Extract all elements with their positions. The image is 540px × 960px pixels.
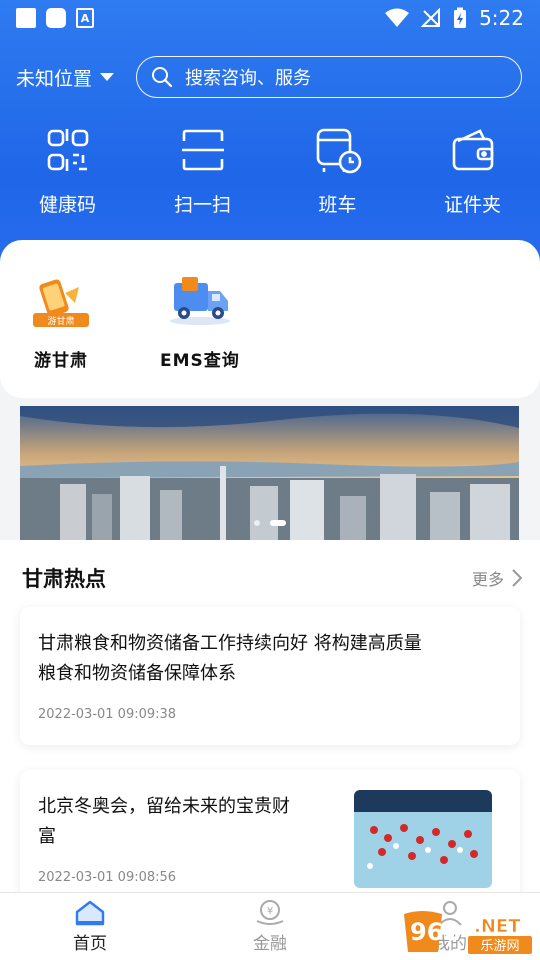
top-bar: 未知位置 搜索咨询、服务 <box>0 56 540 98</box>
quick-action-label: 健康码 <box>38 194 96 216</box>
watermark-brand: 962 <box>410 918 460 946</box>
search-icon <box>152 67 173 88</box>
no-signal-icon <box>421 8 441 27</box>
location-label: 未知位置 <box>16 67 93 90</box>
nav-label: 首页 <box>73 934 107 954</box>
quick-action-wallet[interactable]: 证件夹 <box>405 122 540 217</box>
nav-finance[interactable]: ¥ 金融 <box>180 893 360 960</box>
chevron-right-icon <box>512 569 522 587</box>
quick-action-scan[interactable]: 扫一扫 <box>135 122 270 217</box>
search-input[interactable]: 搜索咨询、服务 <box>136 56 522 98</box>
more-label: 更多 <box>471 570 504 589</box>
quick-action-label: 扫一扫 <box>173 194 231 216</box>
app-label: EMS查询 <box>160 351 240 371</box>
quick-action-label: 班车 <box>318 194 357 216</box>
finance-icon: ¥ <box>256 900 284 925</box>
news-time: 2022-03-01 09:08:56 <box>38 870 177 885</box>
news-title-line: 甘肃粮食和物资储备工作持续向好 将构建高质量 <box>38 633 422 654</box>
app-label: 游甘肃 <box>34 351 88 371</box>
banner-carousel[interactable] <box>20 406 519 540</box>
svg-text:¥: ¥ <box>267 906 273 917</box>
wallet-icon <box>445 122 501 178</box>
watermark-sub: 乐游网 <box>480 939 519 954</box>
bus-icon <box>310 122 366 178</box>
banner-dot <box>253 520 260 526</box>
status-bar: A 5:22 <box>0 0 540 36</box>
caret-down-icon <box>100 73 115 81</box>
quick-action-label: 证件夹 <box>443 194 501 216</box>
nav-home[interactable]: 首页 <box>0 893 180 960</box>
search-placeholder: 搜索咨询、服务 <box>185 68 311 89</box>
status-time: 5:22 <box>479 6 524 30</box>
tour-gansu-icon: 游甘肃 <box>22 270 100 332</box>
section-title: 甘肃热点 <box>22 567 106 591</box>
news-card[interactable]: 甘肃粮食和物资储备工作持续向好 将构建高质量 粮食和物资储备保障体系 2022-… <box>20 607 520 745</box>
ems-truck-icon <box>161 270 239 332</box>
apps-card: 游甘肃 游甘肃 EMS查询 <box>0 240 540 398</box>
nav-label: 金融 <box>253 934 287 954</box>
hot-section-header: 甘肃热点 更多 <box>22 560 522 596</box>
news-card[interactable]: 北京冬奥会，留给未来的宝贵财 富 2022-03-01 09:08:56 <box>20 770 520 900</box>
banner-dot-active <box>269 520 286 526</box>
scan-icon <box>175 122 231 178</box>
tour-gansu-badge: 游甘肃 <box>47 315 74 327</box>
quick-actions: 健康码 扫一扫 班车 证件夹 <box>0 122 540 217</box>
wifi-icon <box>385 8 410 27</box>
font-a-icon: A <box>76 8 94 28</box>
quick-action-bus[interactable]: 班车 <box>270 122 405 217</box>
watermark-net: .NET <box>474 916 521 937</box>
notification-icon <box>16 8 36 28</box>
location-selector[interactable]: 未知位置 <box>16 64 134 91</box>
app-ems[interactable]: EMS查询 <box>160 270 240 398</box>
banner-indicator <box>20 520 519 526</box>
home-icon <box>75 900 105 926</box>
site-watermark: 962 .NET 乐游网 <box>402 908 534 956</box>
news-title-line: 北京冬奥会，留给未来的宝贵财 <box>38 796 290 817</box>
news-title-line: 粮食和物资储备保障体系 <box>38 663 236 684</box>
app-notification-icon <box>46 8 66 28</box>
news-time: 2022-03-01 09:09:38 <box>38 707 177 722</box>
battery-charging-icon <box>454 7 467 28</box>
health-code-icon <box>40 122 96 178</box>
news-thumbnail <box>354 790 492 888</box>
quick-action-health-code[interactable]: 健康码 <box>0 122 135 217</box>
news-title-line: 富 <box>38 826 56 847</box>
more-link[interactable]: 更多 <box>472 566 522 590</box>
app-tour-gansu[interactable]: 游甘肃 游甘肃 <box>22 270 100 398</box>
